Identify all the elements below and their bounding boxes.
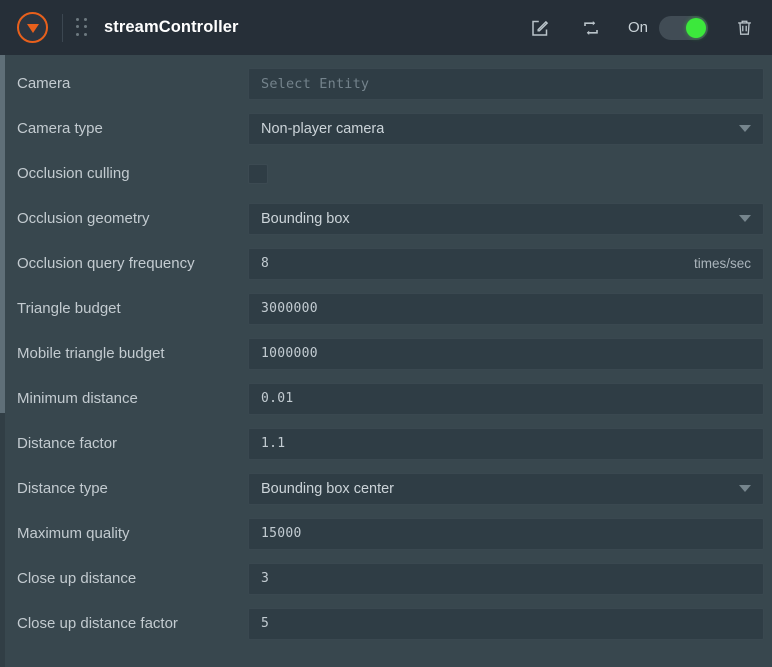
- property-label-triangle-budget: Triangle budget: [17, 300, 121, 317]
- number-close-up-distance[interactable]: 3: [248, 562, 764, 595]
- component-header: streamController On: [0, 0, 772, 55]
- number-distance-factor[interactable]: 1.1: [248, 427, 764, 460]
- properties-form: Camera Select Entity Camera type Non-player…: [0, 55, 772, 646]
- edit-pencil-square-icon[interactable]: [528, 16, 552, 40]
- property-row-distance-type: Distance type Bounding box center: [0, 466, 772, 511]
- component-title: streamController: [104, 18, 239, 36]
- chevron-down-icon[interactable]: [739, 125, 751, 132]
- property-label-occlusion-query-frequency: Occlusion query frequency: [17, 255, 195, 272]
- property-label-camera-type: Camera type: [17, 120, 103, 137]
- property-row-close-up-distance: Close up distance 3: [0, 556, 772, 601]
- property-row-occlusion-culling: Occlusion culling: [0, 151, 772, 196]
- value-occlusion-query-frequency: 8: [261, 256, 270, 271]
- value-close-up-distance: 3: [261, 571, 270, 586]
- number-mobile-triangle-budget[interactable]: 1000000: [248, 337, 764, 370]
- property-label-mobile-triangle-budget: Mobile triangle budget: [17, 345, 165, 362]
- dropdown-occlusion-geometry[interactable]: Bounding box: [248, 202, 764, 235]
- property-label-distance-factor: Distance factor: [17, 435, 118, 452]
- value-maximum-quality: 15000: [261, 526, 302, 541]
- property-row-triangle-budget: Triangle budget 3000000: [0, 286, 772, 331]
- property-row-distance-factor: Distance factor 1.1: [0, 421, 772, 466]
- property-row-occlusion-geometry: Occlusion geometry Bounding box: [0, 196, 772, 241]
- property-label-camera: Camera: [17, 75, 71, 92]
- property-row-close-up-distance-factor: Close up distance factor 5: [0, 601, 772, 646]
- property-label-occlusion-geometry: Occlusion geometry: [17, 210, 150, 227]
- header-divider: [62, 13, 63, 42]
- toggle-knob: [686, 17, 706, 38]
- logo-triangle-glyph: [26, 23, 39, 33]
- property-row-maximum-quality: Maximum quality 15000: [0, 511, 772, 556]
- value-distance-type: Bounding box center: [261, 480, 395, 497]
- dropdown-camera-type[interactable]: Non-player camera: [248, 112, 764, 145]
- chevron-down-icon[interactable]: [739, 215, 751, 222]
- property-label-close-up-distance: Close up distance: [17, 570, 137, 587]
- property-label-close-up-distance-factor: Close up distance factor: [17, 615, 178, 632]
- chevron-down-icon[interactable]: [739, 485, 751, 492]
- drag-dots-icon[interactable]: [76, 18, 87, 37]
- checkbox-occlusion-culling[interactable]: [248, 163, 268, 184]
- property-label-minimum-distance: Minimum distance: [17, 390, 138, 407]
- value-close-up-distance-factor: 5: [261, 616, 270, 631]
- number-maximum-quality[interactable]: 15000: [248, 517, 764, 550]
- property-row-camera: Camera Select Entity: [0, 61, 772, 106]
- property-row-minimum-distance: Minimum distance 0.01: [0, 376, 772, 421]
- orange-circle-triangle-logo-icon: [17, 12, 48, 43]
- stream-controller-panel: streamController On Camera Select Entity…: [0, 0, 772, 667]
- placeholder-camera: Select Entity: [261, 75, 370, 92]
- enabled-toggle[interactable]: [659, 15, 708, 40]
- trash-icon[interactable]: [732, 16, 756, 40]
- number-occlusion-query-frequency[interactable]: 8 times/sec: [248, 247, 764, 280]
- value-triangle-budget: 3000000: [261, 301, 318, 316]
- value-camera-type: Non-player camera: [261, 120, 385, 137]
- toggle-state-label: On: [627, 19, 648, 36]
- property-row-camera-type: Camera type Non-player camera: [0, 106, 772, 151]
- value-distance-factor: 1.1: [261, 436, 286, 451]
- property-row-mobile-triangle-budget: Mobile triangle budget 1000000: [0, 331, 772, 376]
- property-label-occlusion-culling: Occlusion culling: [17, 165, 130, 182]
- value-occlusion-geometry: Bounding box: [261, 210, 350, 227]
- entity-picker-camera[interactable]: Select Entity: [248, 67, 764, 100]
- number-triangle-budget[interactable]: 3000000: [248, 292, 764, 325]
- unit-suffix-occlusion-query-frequency: times/sec: [693, 256, 751, 271]
- property-row-occlusion-query-frequency: Occlusion query frequency 8 times/sec: [0, 241, 772, 286]
- value-minimum-distance: 0.01: [261, 391, 294, 406]
- property-label-maximum-quality: Maximum quality: [17, 525, 130, 542]
- number-close-up-distance-factor[interactable]: 5: [248, 607, 764, 640]
- number-minimum-distance[interactable]: 0.01: [248, 382, 764, 415]
- dropdown-distance-type[interactable]: Bounding box center: [248, 472, 764, 505]
- property-label-distance-type: Distance type: [17, 480, 108, 497]
- loop-repeat-icon[interactable]: [579, 16, 603, 40]
- value-mobile-triangle-budget: 1000000: [261, 346, 318, 361]
